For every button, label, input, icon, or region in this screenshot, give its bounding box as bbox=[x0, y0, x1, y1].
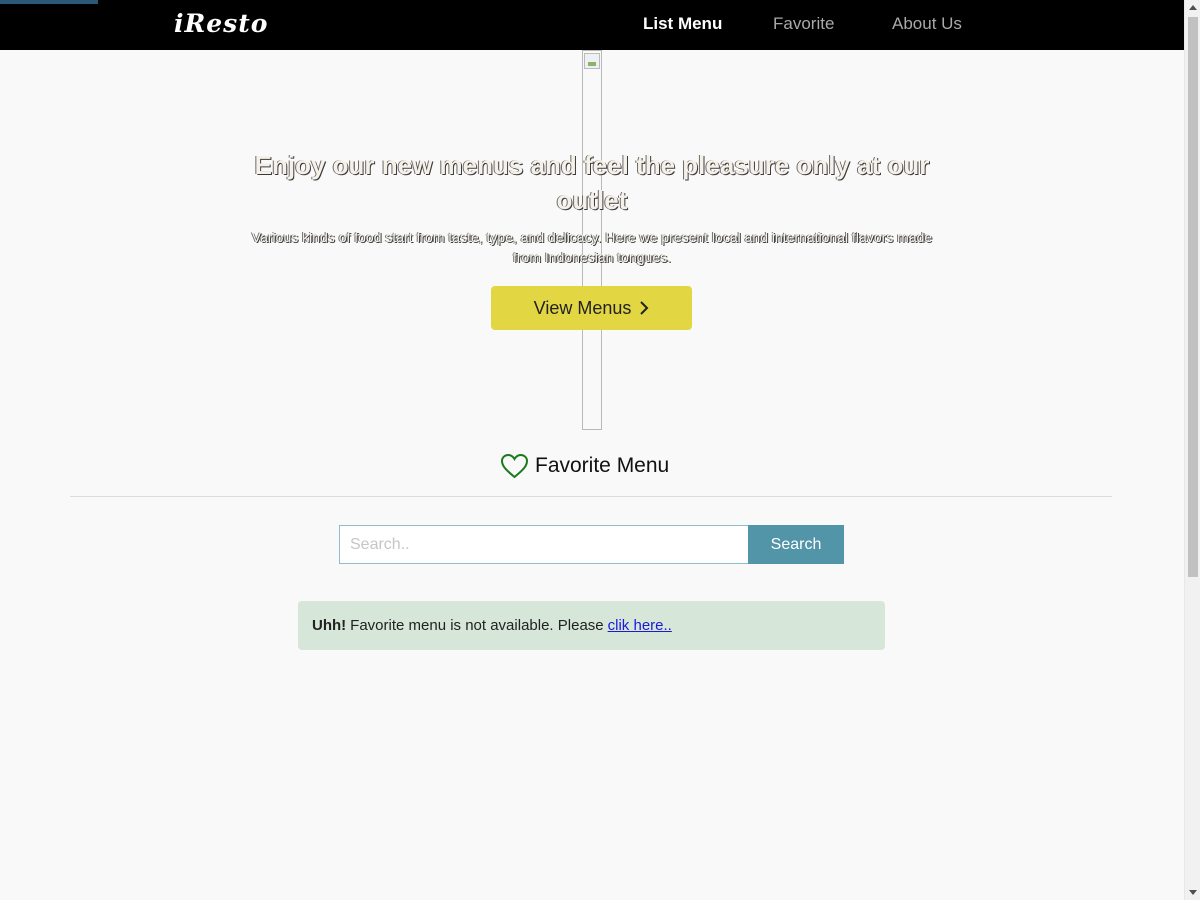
chevron-right-icon bbox=[640, 301, 649, 315]
hero-title: Enjoy our new menus and feel the pleasur… bbox=[254, 150, 930, 215]
view-menus-button[interactable]: View Menus bbox=[491, 286, 692, 330]
top-navbar: iResto List Menu Favorite About Us bbox=[0, 0, 1184, 50]
vertical-scrollbar[interactable] bbox=[1184, 0, 1200, 900]
alert-link[interactable]: clik here.. bbox=[608, 617, 672, 634]
section-divider bbox=[70, 496, 1112, 497]
nav-item-favorite[interactable]: Favorite bbox=[773, 14, 834, 34]
skip-to-content-link[interactable] bbox=[0, 0, 98, 4]
search-button[interactable]: Search bbox=[748, 525, 844, 564]
broken-image-icon bbox=[584, 53, 600, 69]
alert-strong-text: Uhh! bbox=[312, 617, 347, 634]
view-menus-label: View Menus bbox=[533, 297, 632, 318]
nav-item-about-us[interactable]: About Us bbox=[892, 14, 962, 34]
empty-favorite-alert: Uhh! Favorite menu is not available. Ple… bbox=[298, 601, 885, 650]
search-input[interactable] bbox=[339, 525, 749, 564]
favorite-heading: Favorite Menu bbox=[500, 451, 669, 481]
hero-subtitle: Various kinds of food start from taste, … bbox=[251, 229, 933, 265]
scroll-down-arrow-icon[interactable] bbox=[1189, 890, 1197, 895]
scrollbar-thumb[interactable] bbox=[1188, 17, 1198, 577]
alert-message: Favorite menu is not available. Please bbox=[350, 617, 604, 634]
scroll-up-arrow-icon[interactable] bbox=[1189, 5, 1197, 10]
brand-logo[interactable]: iResto bbox=[174, 9, 268, 38]
heart-icon bbox=[500, 453, 529, 479]
favorite-heading-text: Favorite Menu bbox=[535, 454, 670, 477]
nav-item-list-menu[interactable]: List Menu bbox=[643, 14, 722, 34]
